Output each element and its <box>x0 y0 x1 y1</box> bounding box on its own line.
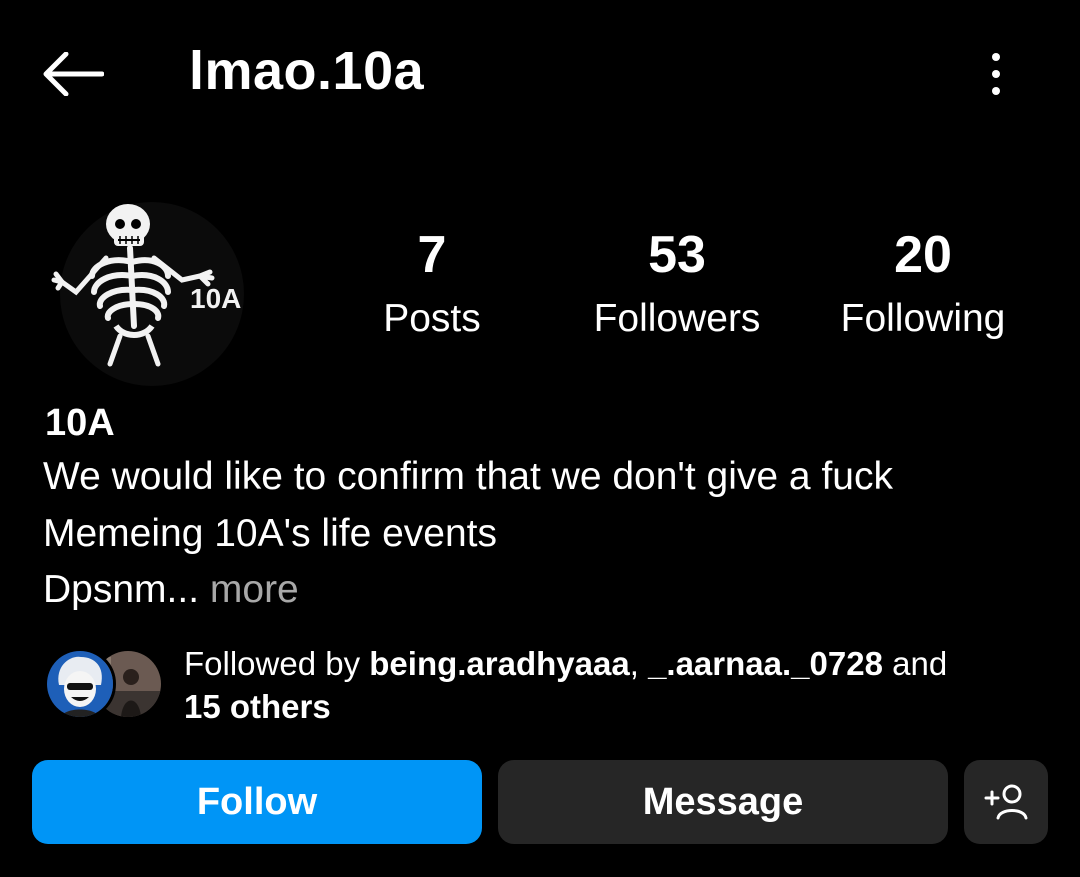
mutual-followers-avatars[interactable] <box>44 646 164 720</box>
mutual-username: being.aradhyaaa <box>369 645 630 682</box>
add-person-icon <box>984 784 1028 820</box>
stat-followers[interactable]: 53 Followers <box>572 222 782 348</box>
display-name: 10A <box>45 402 115 444</box>
stat-posts[interactable]: 7 Posts <box>362 222 502 348</box>
posts-count: 7 <box>417 226 447 284</box>
mutual-avatar <box>44 648 116 720</box>
mutual-others-count: 15 others <box>184 688 331 725</box>
mutual-username: _.aarnaa._0728 <box>648 645 883 682</box>
message-button[interactable]: Message <box>498 760 948 844</box>
followed-by-and: and <box>892 645 948 682</box>
followers-label: Followers <box>593 297 761 340</box>
followed-by-prefix: Followed by <box>184 645 361 682</box>
bio-line: We would like to confirm that we don't g… <box>43 455 893 498</box>
followers-count: 53 <box>648 226 706 284</box>
bio-line-truncated: Dpsnm... more <box>43 565 299 615</box>
suggested-accounts-button[interactable] <box>964 760 1048 844</box>
more-dot <box>992 70 1000 78</box>
page-title: lmao.10a <box>189 41 425 101</box>
followed-by-text[interactable]: Followed by being.aradhyaaa, _.aarnaa._0… <box>184 642 1044 728</box>
bio-line: Memeing 10A's life events <box>43 512 498 555</box>
avatar-text: 10A <box>190 283 241 314</box>
profile-avatar[interactable]: 10A <box>50 196 258 386</box>
more-vertical-icon <box>992 53 1000 61</box>
profile-page: lmao.10a 10A 7 Posts 53 Followers 20 Fol… <box>0 0 1080 877</box>
arrow-left-icon <box>43 52 104 96</box>
following-count: 20 <box>894 226 952 284</box>
more-options-button[interactable] <box>976 46 1016 102</box>
more-dot <box>992 87 1000 95</box>
follow-button[interactable]: Follow <box>32 760 482 844</box>
bio-line: Dpsnm... <box>43 568 200 611</box>
followed-by-separator: , <box>629 645 639 682</box>
bio-more-link[interactable]: more <box>210 568 299 611</box>
mutual-avatar-anime <box>47 651 113 717</box>
back-button[interactable] <box>40 48 106 100</box>
following-label: Following <box>840 297 1006 340</box>
posts-label: Posts <box>383 297 481 340</box>
skeleton-avatar-image: 10A <box>51 202 244 386</box>
stat-following[interactable]: 20 Following <box>818 222 1028 348</box>
